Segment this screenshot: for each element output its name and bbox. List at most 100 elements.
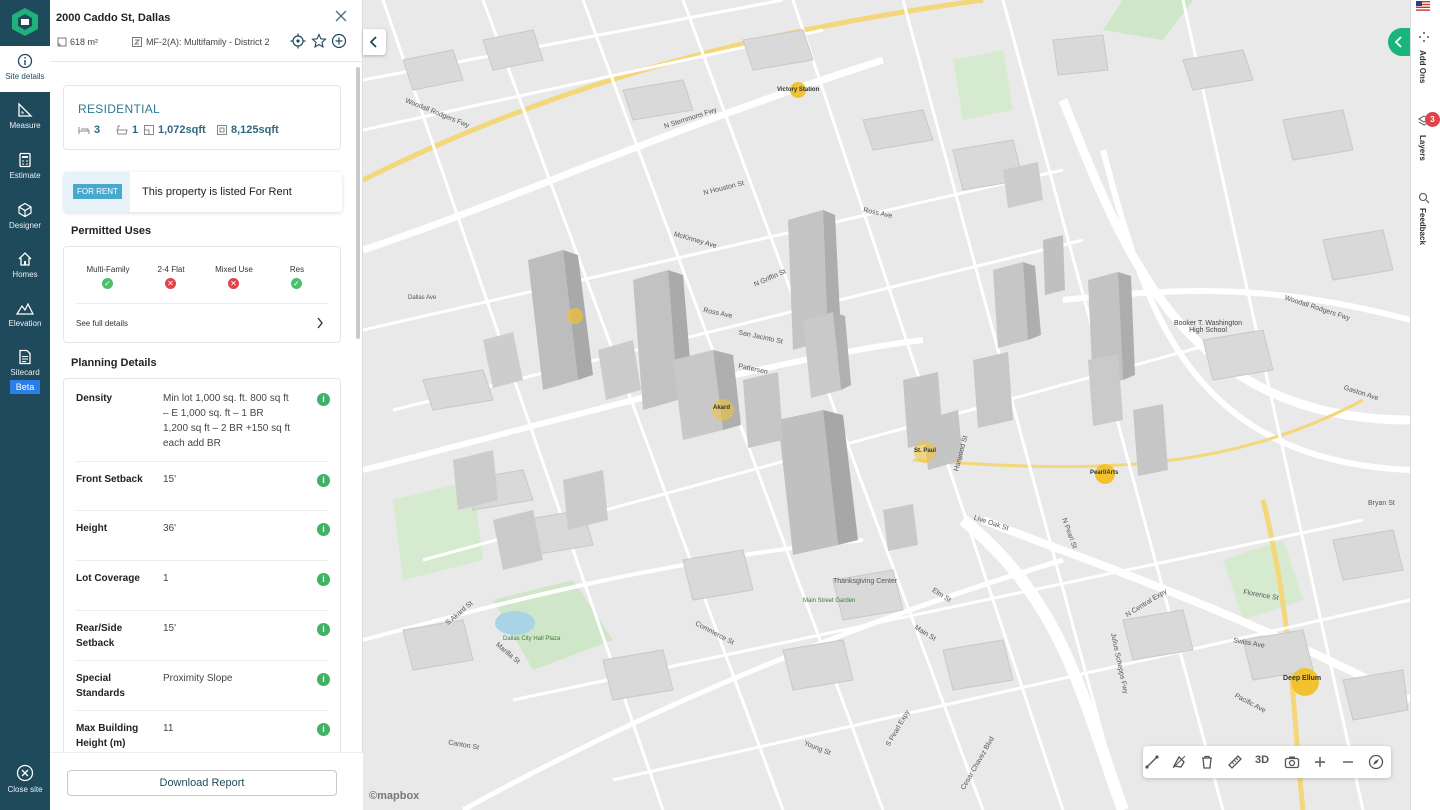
- zoom-in-icon[interactable]: [1312, 754, 1328, 770]
- info-icon[interactable]: i: [317, 573, 330, 586]
- nav-elevation[interactable]: Elevation: [0, 300, 50, 328]
- info-icon[interactable]: i: [317, 523, 330, 536]
- nav-label: Sitecard: [10, 368, 40, 377]
- divider: [76, 510, 328, 511]
- bed-icon: [78, 127, 90, 134]
- floor-area-stat: 1,072sqft: [144, 124, 206, 136]
- info-icon[interactable]: i: [317, 723, 330, 736]
- zoom-out-icon[interactable]: [1340, 754, 1356, 770]
- nav-sitecard[interactable]: Sitecard Beta: [0, 349, 50, 394]
- map-toolbar: 3D: [1143, 746, 1391, 778]
- baths-value: 1: [132, 124, 139, 136]
- planning-label: Front Setback: [76, 474, 143, 485]
- star-icon[interactable]: [311, 33, 327, 49]
- permitted-uses-title: Permitted Uses: [71, 225, 152, 237]
- info-icon: [17, 53, 33, 69]
- property-card: RESIDENTIAL 3 1 1,072sqft 8,125sqft: [63, 85, 341, 150]
- us-flag-icon[interactable]: [1416, 1, 1430, 11]
- map-view[interactable]: Victory Station N Stemmons Fwy N Houston…: [363, 0, 1410, 810]
- search-feedback-icon[interactable]: [1418, 192, 1430, 204]
- for-rent-badge: FOR RENT: [73, 184, 122, 199]
- app-logo-icon[interactable]: [12, 8, 38, 36]
- map-label: Bryan St: [1368, 500, 1395, 507]
- info-icon[interactable]: i: [317, 623, 330, 636]
- nav-label: Homes: [12, 270, 38, 279]
- toggle-3d-button[interactable]: 3D: [1255, 754, 1269, 766]
- info-icon[interactable]: i: [317, 673, 330, 686]
- divider: [76, 610, 328, 611]
- cube-icon: [18, 202, 32, 218]
- divider: [76, 461, 328, 462]
- nav-label: Designer: [8, 221, 41, 230]
- planning-value: Min lot 1,000 sq. ft. 800 sq ft – E 1,00…: [163, 393, 291, 449]
- planning-label: Rear/Side Setback: [76, 623, 123, 649]
- add-ons-icon[interactable]: [1418, 31, 1430, 43]
- close-icon[interactable]: [333, 8, 349, 24]
- draw-line-icon[interactable]: [1144, 754, 1160, 770]
- nav-site-details[interactable]: Site details: [0, 46, 50, 92]
- info-icon[interactable]: i: [317, 474, 330, 487]
- planning-label: Lot Coverage: [76, 573, 140, 584]
- divider: [76, 710, 328, 711]
- ruler-icon[interactable]: [1227, 754, 1243, 770]
- map-label: Booker T. Washington High School: [1173, 320, 1243, 334]
- feedback-label[interactable]: Feedback: [1418, 208, 1427, 245]
- nav-label: Elevation: [8, 319, 42, 328]
- layers-label[interactable]: Layers: [1418, 135, 1427, 161]
- zoning-icon: [132, 37, 142, 47]
- chevron-left-icon: [1394, 36, 1402, 48]
- use-label: Multi-Family: [86, 265, 130, 274]
- bath-icon: [116, 125, 128, 135]
- nav-label: Close site: [7, 785, 43, 794]
- nav-homes[interactable]: Homes: [0, 251, 50, 279]
- measure-icon: [18, 102, 33, 117]
- camera-icon[interactable]: [1284, 754, 1300, 770]
- listing-badge-area: FOR RENT: [64, 172, 130, 212]
- compass-icon[interactable]: [1368, 754, 1384, 770]
- use-label: Mixed Use: [215, 265, 253, 274]
- mapbox-attribution[interactable]: ©mapbox: [369, 790, 419, 802]
- nav-estimate[interactable]: Estimate: [0, 152, 50, 180]
- left-nav: Site details Measure Estimate Designer H…: [0, 0, 50, 810]
- see-full-details-link[interactable]: See full details: [76, 319, 128, 328]
- planning-label: Special Standards: [76, 673, 125, 699]
- house-icon: [18, 252, 32, 266]
- calculator-icon: [19, 152, 31, 168]
- panel-scrollbar[interactable]: [356, 67, 360, 339]
- beds-stat: 3: [78, 124, 100, 136]
- nav-label: Estimate: [9, 171, 41, 180]
- info-icon[interactable]: i: [317, 393, 330, 406]
- close-circle-icon: [16, 764, 34, 782]
- city-3d-map[interactable]: [363, 0, 1410, 810]
- download-report-button[interactable]: Download Report: [67, 770, 337, 796]
- planning-label: Density: [76, 393, 113, 404]
- map-label: Deep Ellum: [1283, 675, 1322, 682]
- planning-value: 15': [163, 623, 177, 634]
- map-label: Thanksgiving Center: [833, 578, 898, 585]
- use-label: 2-4 Flat: [157, 265, 185, 274]
- listing-text: This property is listed For Rent: [142, 186, 292, 198]
- map-label: Akard: [713, 405, 731, 411]
- lot-area-icon: [217, 125, 227, 135]
- site-area: 618 m²: [70, 37, 99, 47]
- map-label: St. Paul: [914, 448, 937, 454]
- nav-measure[interactable]: Measure: [0, 102, 50, 130]
- check-icon: ✓: [291, 278, 302, 289]
- collapse-panel-button[interactable]: [363, 29, 386, 55]
- expand-rail-button[interactable]: [1388, 28, 1410, 56]
- chevron-right-icon[interactable]: [316, 317, 324, 329]
- trash-icon[interactable]: [1199, 754, 1215, 770]
- check-icon: ✓: [102, 278, 113, 289]
- area-icon: [57, 37, 67, 47]
- panel-header: 2000 Caddo St, Dallas 618 m² MF-2(A): Mu…: [50, 0, 363, 62]
- map-label: Dallas Ave: [408, 295, 437, 301]
- draw-polygon-icon[interactable]: [1171, 754, 1187, 770]
- close-site-button[interactable]: Close site: [0, 764, 50, 794]
- locate-icon[interactable]: [290, 33, 306, 49]
- nav-designer[interactable]: Designer: [0, 202, 50, 230]
- add-circle-icon[interactable]: [331, 33, 347, 49]
- map-label: Victory Station: [777, 87, 820, 93]
- add-ons-label[interactable]: Add Ons: [1418, 50, 1427, 83]
- chevron-left-icon: [369, 36, 377, 48]
- property-type: RESIDENTIAL: [78, 102, 160, 116]
